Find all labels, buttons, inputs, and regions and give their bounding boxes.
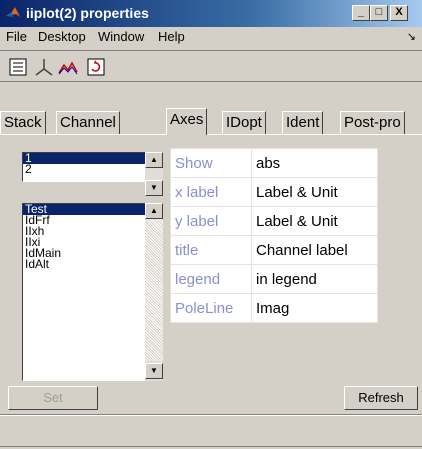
- menu-desktop[interactable]: Desktop: [38, 29, 86, 44]
- dataset-scrollbar[interactable]: ▲ ▼: [145, 203, 163, 381]
- menu-bar: File Desktop Window Help ↘: [0, 27, 422, 47]
- title-bar: iiplot(2) properties _ □ X: [0, 0, 422, 27]
- property-value[interactable]: abs: [251, 148, 378, 178]
- maximize-button[interactable]: □: [370, 5, 388, 21]
- dock-icon[interactable]: ↘: [407, 30, 416, 43]
- property-key: x label: [170, 177, 252, 207]
- table-row[interactable]: PoleLine Imag: [170, 293, 378, 323]
- scroll-up-icon[interactable]: ▲: [145, 152, 163, 168]
- list-item[interactable]: IIxh: [23, 225, 145, 237]
- toolbar: [0, 50, 422, 82]
- list-item[interactable]: IdAlt: [23, 258, 145, 270]
- tab-idopt[interactable]: IDopt: [222, 111, 266, 134]
- list-item[interactable]: 2: [23, 163, 145, 175]
- tab-post-pro[interactable]: Post-pro: [340, 111, 405, 134]
- set-button[interactable]: Set: [8, 386, 98, 410]
- property-key: legend: [170, 264, 252, 294]
- property-value[interactable]: in legend: [251, 264, 378, 294]
- tab-strip: Stack Channel Axes IDopt Ident Post-pro: [0, 108, 422, 135]
- scroll-down-icon[interactable]: ▼: [145, 363, 163, 379]
- scroll-up-icon[interactable]: ▲: [145, 203, 163, 219]
- property-key: y label: [170, 206, 252, 236]
- property-value[interactable]: Imag: [251, 293, 378, 323]
- tab-axes[interactable]: Axes: [166, 108, 208, 135]
- minimize-button[interactable]: _: [352, 5, 370, 21]
- axes-icon[interactable]: [34, 57, 54, 77]
- series-scrollbar[interactable]: ▲ ▼: [145, 152, 163, 196]
- matlab-icon: [6, 7, 20, 17]
- close-button[interactable]: X: [390, 5, 408, 21]
- list-item[interactable]: 1: [23, 152, 145, 164]
- status-divider: [0, 446, 422, 447]
- list-properties-icon[interactable]: [8, 57, 28, 77]
- property-key: title: [170, 235, 252, 265]
- scroll-down-icon[interactable]: ▼: [145, 180, 163, 196]
- table-row[interactable]: title Channel label: [170, 235, 378, 265]
- tab-stack[interactable]: Stack: [0, 111, 46, 134]
- property-value[interactable]: Channel label: [251, 235, 378, 265]
- menu-file[interactable]: File: [6, 29, 27, 44]
- line-plot-icon[interactable]: [58, 57, 78, 77]
- tab-channel[interactable]: Channel: [56, 111, 120, 134]
- status-divider: [0, 415, 422, 416]
- axes-property-table: Show abs x label Label & Unit y label La…: [170, 148, 378, 323]
- series-listbox[interactable]: 1 2: [22, 152, 146, 182]
- dataset-listbox[interactable]: Test IdFrf IIxh IIxi IdMain IdAlt: [22, 203, 146, 381]
- scroll-track[interactable]: [145, 219, 163, 361]
- tab-divider: [0, 134, 422, 135]
- property-value[interactable]: Label & Unit: [251, 177, 378, 207]
- table-row[interactable]: y label Label & Unit: [170, 206, 378, 236]
- table-row[interactable]: x label Label & Unit: [170, 177, 378, 207]
- window-title: iiplot(2) properties: [26, 5, 149, 21]
- tab-ident[interactable]: Ident: [282, 111, 324, 134]
- menu-help[interactable]: Help: [158, 29, 185, 44]
- property-key: Show: [170, 148, 252, 178]
- table-row[interactable]: legend in legend: [170, 264, 378, 294]
- table-row[interactable]: Show abs: [170, 148, 378, 178]
- property-key: PoleLine: [170, 293, 252, 323]
- refresh-plot-icon[interactable]: [86, 57, 106, 77]
- refresh-button[interactable]: Refresh: [344, 386, 418, 410]
- property-value[interactable]: Label & Unit: [251, 206, 378, 236]
- menu-window[interactable]: Window: [98, 29, 144, 44]
